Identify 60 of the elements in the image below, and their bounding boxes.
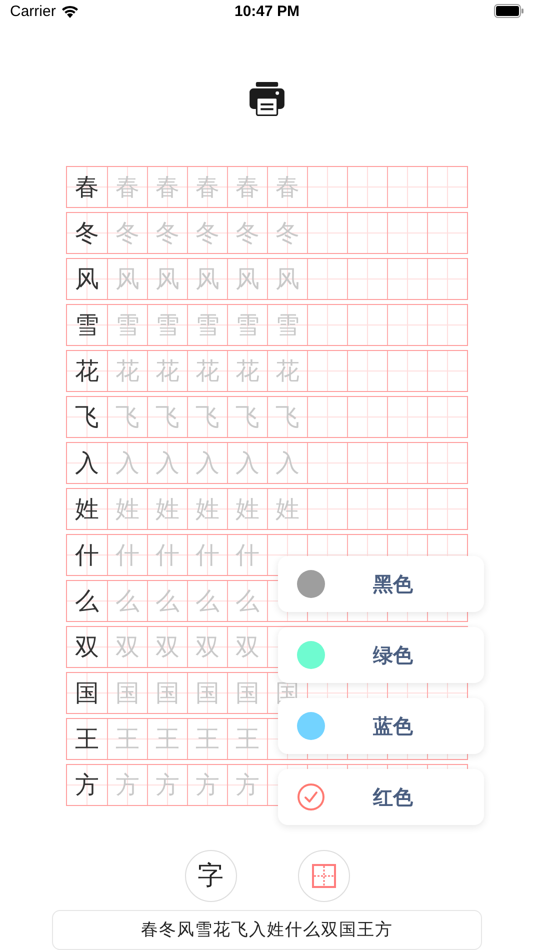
character-button[interactable]: 字 — [184, 850, 236, 902]
writing-cell — [347, 488, 387, 529]
grid-icon — [312, 864, 336, 888]
writing-cell — [427, 442, 467, 483]
battery-icon — [494, 4, 524, 18]
writing-cell — [347, 350, 387, 391]
writing-cell — [307, 258, 347, 299]
model-character: 什 — [67, 534, 107, 575]
writing-cell — [387, 212, 427, 253]
writing-cell — [307, 166, 347, 207]
writing-cell — [427, 212, 467, 253]
color-label: 红色 — [373, 786, 413, 810]
model-character: 双 — [67, 626, 107, 667]
writing-cell — [387, 166, 427, 207]
color-label: 绿色 — [373, 644, 413, 668]
writing-cell — [347, 166, 387, 207]
writing-cell — [387, 258, 427, 299]
model-character: 花 — [67, 350, 107, 391]
writing-cell — [347, 304, 387, 345]
model-character: 风 — [67, 258, 107, 299]
writing-cell — [427, 350, 467, 391]
writing-cell — [347, 396, 387, 437]
writing-cell — [347, 258, 387, 299]
writing-cell — [307, 212, 347, 253]
model-character: 飞 — [67, 396, 107, 437]
color-label: 蓝色 — [373, 714, 413, 740]
writing-cell — [387, 396, 427, 437]
writing-cell — [307, 396, 347, 437]
writing-cell — [387, 304, 427, 345]
writing-cell — [427, 304, 467, 345]
writing-cell — [427, 258, 467, 299]
writing-cell — [307, 350, 347, 391]
clock-time: 10:47 PM — [234, 2, 300, 20]
color-option[interactable]: 红色 — [278, 769, 484, 825]
writing-cell — [347, 212, 387, 253]
color-option[interactable]: 黑色 — [278, 556, 484, 612]
writing-cell — [387, 442, 427, 483]
writing-cell — [307, 304, 347, 345]
wifi-icon — [60, 4, 79, 18]
model-character: 王 — [67, 718, 107, 759]
writing-cell — [307, 442, 347, 483]
model-character: 雪 — [67, 304, 107, 345]
characters-input[interactable]: 春冬风雪花飞入姓什么双国王方 — [52, 910, 482, 950]
model-character: 国 — [67, 672, 107, 713]
model-character: 姓 — [67, 488, 107, 529]
model-character: 方 — [67, 764, 107, 805]
model-character: 冬 — [67, 212, 107, 253]
writing-cell — [427, 166, 467, 207]
model-character: 么 — [67, 580, 107, 621]
writing-cell — [347, 442, 387, 483]
writing-cell — [387, 488, 427, 529]
color-label: 黑色 — [373, 572, 413, 598]
carrier-name: Carrier — [10, 2, 56, 20]
color-option[interactable]: 绿色 — [278, 627, 484, 683]
writing-cell — [427, 396, 467, 437]
model-character: 入 — [67, 442, 107, 483]
writing-cell — [307, 488, 347, 529]
writing-cell — [427, 488, 467, 529]
writing-cell — [387, 350, 427, 391]
model-character: 春 — [67, 166, 107, 207]
